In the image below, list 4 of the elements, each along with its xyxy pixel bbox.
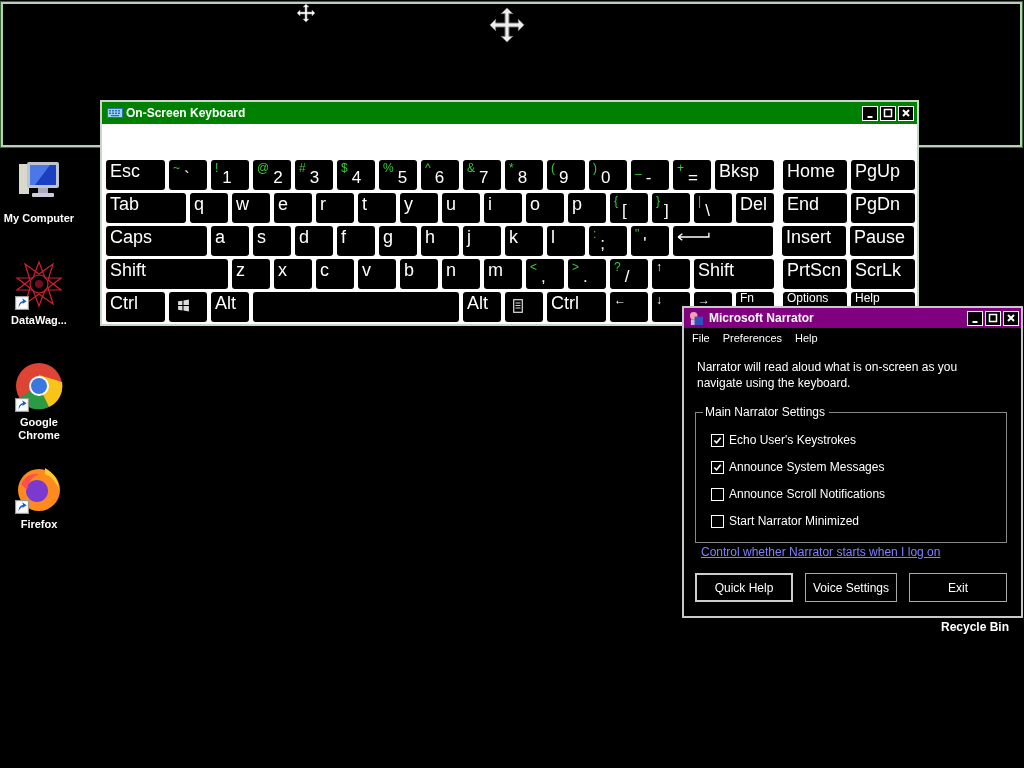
group-title: Main Narrator Settings — [703, 405, 830, 419]
window-title: Microsoft Narrator — [709, 311, 814, 325]
description-text: Narrator will read aloud what is on-screen as you navigate using the keyboard. — [697, 359, 959, 391]
window-title: On-Screen Keyboard — [126, 106, 246, 120]
